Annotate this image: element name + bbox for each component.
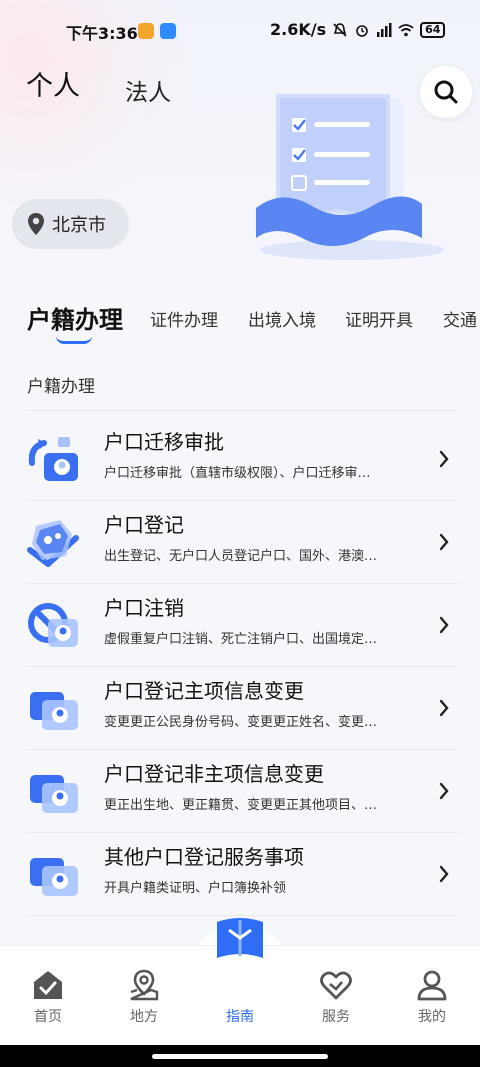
bottom-navigation: 首页 地方 指南 服务 我的 bbox=[0, 918, 480, 1045]
heart-service-icon bbox=[320, 971, 352, 1000]
item-title: 户口注销 bbox=[104, 596, 184, 620]
tab-personal-label: 个人 bbox=[26, 71, 80, 102]
home-icon bbox=[34, 971, 62, 999]
battery-indicator: 64 bbox=[420, 21, 446, 38]
id-card-icon bbox=[30, 692, 78, 730]
id-card-icon bbox=[30, 858, 78, 896]
item-subtitle: 更正出生地、更正籍贯、变更更正其他项目、… bbox=[104, 798, 378, 813]
status-bar: 下午3:36 2.6K/s 64 bbox=[0, 18, 480, 46]
nav-label: 服务 bbox=[322, 1009, 350, 1025]
active-tab-indicator bbox=[56, 336, 92, 344]
list-item[interactable]: 户口登记主项信息变更 变更更正公民身份号码、变更更正姓名、变更… bbox=[0, 667, 480, 750]
category-tab-bar: 户籍办理 证件办理 出境入境 证明开具 交通 bbox=[0, 300, 480, 344]
item-subtitle: 户口迁移审批（直辖市级权限）、户口迁移审… bbox=[104, 466, 371, 481]
tab-certificates[interactable]: 证件办理 bbox=[150, 306, 218, 331]
map-pin-icon bbox=[130, 969, 159, 1001]
notification-app-icon bbox=[160, 23, 176, 39]
book-icon bbox=[217, 918, 263, 958]
status-indicators: 2.6K/s 64 bbox=[270, 20, 446, 39]
divider bbox=[27, 410, 460, 411]
chevron-right-icon bbox=[439, 450, 449, 468]
item-subtitle: 出生登记、无户口人员登记户口、国外、港澳… bbox=[104, 549, 378, 564]
section-title: 户籍办理 bbox=[27, 377, 95, 397]
home-indicator[interactable] bbox=[152, 1054, 328, 1059]
network-speed: 2.6K/s bbox=[270, 20, 327, 39]
list-item[interactable]: 户口登记 出生登记、无户口人员登记户口、国外、港澳… bbox=[0, 501, 480, 584]
item-title: 其他户口登记服务事项 bbox=[104, 845, 304, 869]
household-registration-icon bbox=[27, 520, 79, 567]
list-item[interactable]: 户口登记非主项信息变更 更正出生地、更正籍贯、变更更正其他项目、… bbox=[0, 750, 480, 833]
tab-proof-issuance[interactable]: 证明开具 bbox=[345, 306, 413, 331]
tab-personal[interactable]: 个人 bbox=[24, 64, 86, 103]
nav-label: 地方 bbox=[130, 1009, 158, 1025]
location-pin-icon bbox=[28, 213, 44, 235]
alarm-icon bbox=[356, 24, 368, 37]
mute-icon bbox=[333, 22, 347, 37]
wifi-icon bbox=[398, 23, 414, 36]
city-name: 北京市 bbox=[52, 215, 106, 236]
document-checklist-illustration bbox=[256, 94, 444, 260]
chevron-right-icon bbox=[439, 865, 449, 883]
nav-label: 首页 bbox=[34, 1009, 62, 1025]
list-item[interactable]: 其他户口登记服务事项 开具户籍类证明、户口簿换补领 bbox=[0, 833, 480, 916]
id-card-icon bbox=[30, 775, 78, 813]
signal-icon bbox=[377, 22, 392, 37]
item-title: 户口迁移审批 bbox=[104, 430, 224, 454]
notification-app-icon bbox=[138, 23, 154, 39]
tab-legal[interactable]: 法人 bbox=[125, 73, 171, 107]
chevron-right-icon bbox=[439, 782, 449, 800]
status-time: 下午3:36 bbox=[66, 24, 138, 43]
nav-label: 我的 bbox=[418, 1009, 446, 1025]
chevron-right-icon bbox=[439, 616, 449, 634]
chevron-right-icon bbox=[439, 699, 449, 717]
nav-label: 指南 bbox=[226, 1009, 254, 1025]
tab-exit-entry[interactable]: 出境入境 bbox=[248, 306, 316, 331]
item-title: 户口登记 bbox=[104, 513, 184, 537]
list-item[interactable]: 户口注销 虚假重复户口注销、死亡注销户口、出国境定… bbox=[0, 584, 480, 667]
item-subtitle: 变更更正公民身份号码、变更更正姓名、变更… bbox=[104, 715, 378, 730]
item-subtitle: 开具户籍类证明、户口簿换补领 bbox=[104, 881, 287, 896]
chevron-right-icon bbox=[439, 533, 449, 551]
list-item[interactable]: 户口迁移审批 户口迁移审批（直辖市级权限）、户口迁移审… bbox=[0, 418, 480, 501]
item-subtitle: 虚假重复户口注销、死亡注销户口、出国境定… bbox=[104, 632, 378, 647]
item-title: 户口登记非主项信息变更 bbox=[104, 762, 324, 786]
item-title: 户口登记主项信息变更 bbox=[104, 679, 304, 703]
household-cancellation-icon bbox=[28, 603, 78, 647]
household-migration-icon bbox=[28, 437, 78, 481]
user-icon bbox=[417, 970, 447, 1001]
tab-traffic[interactable]: 交通 bbox=[443, 306, 477, 331]
tab-household-registration[interactable]: 户籍办理 bbox=[27, 300, 123, 335]
city-selector[interactable]: 北京市 bbox=[12, 199, 129, 249]
